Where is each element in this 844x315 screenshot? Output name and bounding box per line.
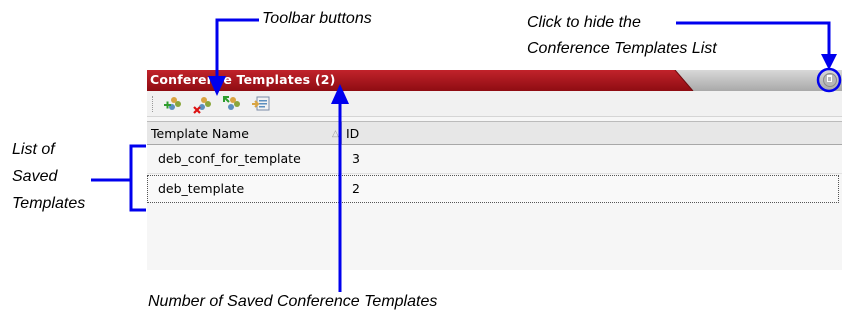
templates-list: deb_conf_for_template 3 deb_template 2 <box>147 145 842 270</box>
hide-list-callout-line1: Click to hide the <box>527 14 641 31</box>
hide-list-callout-line2: Conference Templates List <box>527 40 717 57</box>
toolbar-grip <box>152 96 155 112</box>
column-header-template-name[interactable]: Template Name <box>151 126 249 141</box>
template-name-cell: deb_conf_for_template <box>158 151 301 166</box>
panel-title: Conference Templates (2) <box>150 72 336 87</box>
saved-list-callout-line2: Saved <box>12 168 58 185</box>
add-template-icon[interactable] <box>163 94 183 114</box>
saved-list-callout-line3: Templates <box>12 195 86 212</box>
template-id-cell: 2 <box>352 181 360 196</box>
column-separator[interactable] <box>341 122 342 144</box>
list-bracket <box>129 144 146 212</box>
conference-templates-panel: Conference Templates (2) Template Name △… <box>147 70 842 270</box>
column-header-id[interactable]: ID <box>346 126 359 141</box>
hide-arrowhead <box>821 54 837 70</box>
saved-list-callout-line1: List of <box>12 141 55 158</box>
sort-icon: △ <box>332 128 339 138</box>
delete-template-icon[interactable] <box>193 94 213 114</box>
grid-header: Template Name △ ID <box>147 121 842 145</box>
template-name-cell: deb_template <box>158 181 245 196</box>
export-template-icon[interactable] <box>251 94 271 114</box>
edit-template-icon[interactable] <box>222 94 242 114</box>
toolbar-buttons-callout: Toolbar buttons <box>262 10 372 27</box>
template-id-cell: 3 <box>352 151 360 166</box>
toolbar <box>147 91 842 117</box>
row-divider <box>147 173 842 174</box>
pin-icon[interactable] <box>823 73 837 87</box>
table-row[interactable]: deb_conf_for_template 3 <box>147 145 839 173</box>
table-row[interactable]: deb_template 2 <box>147 175 839 203</box>
saved-count-callout: Number of Saved Conference Templates <box>148 293 438 310</box>
panel-title-bar: Conference Templates (2) <box>147 70 842 91</box>
